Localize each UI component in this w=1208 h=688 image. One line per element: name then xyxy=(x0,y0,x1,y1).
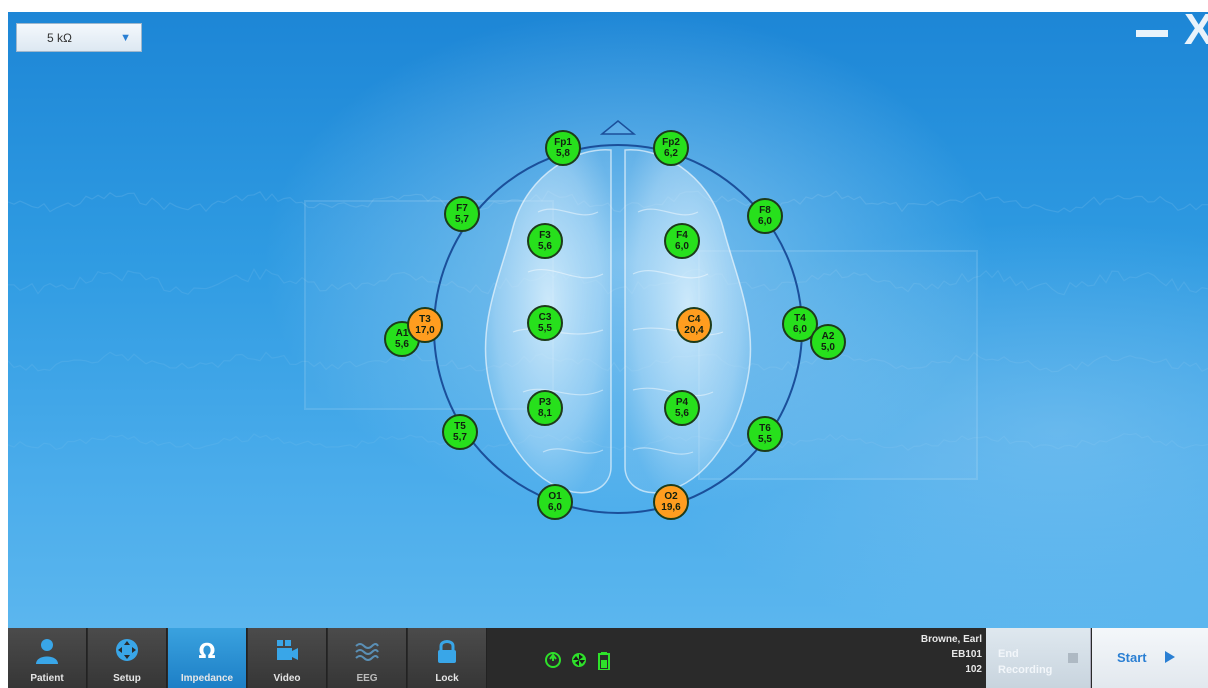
electrode-f8[interactable]: F8 6,0 xyxy=(747,198,783,234)
electrode-impedance: 19,6 xyxy=(661,502,681,513)
electrode-fp2[interactable]: Fp2 6,2 xyxy=(653,130,689,166)
impedance-view: 5 kΩ ▼ X Fp1 5,8 Fp2 6,2 F7 5,7 F8 6,0 F3 5,6 F4 6,… xyxy=(8,12,1208,628)
stop-icon xyxy=(1068,653,1078,663)
tool-label: Impedance xyxy=(180,673,234,684)
electrode-impedance: 17,0 xyxy=(415,325,435,336)
tool-lock[interactable]: Lock xyxy=(408,628,487,688)
patient-info: Browne, Earl EB101 102 xyxy=(921,632,982,677)
electrode-p3[interactable]: P3 8,1 xyxy=(527,390,563,426)
electrode-impedance: 6,0 xyxy=(548,502,562,513)
electrode-label: Fp2 xyxy=(662,137,680,148)
electrode-f4[interactable]: F4 6,0 xyxy=(664,223,700,259)
lock-icon xyxy=(438,640,456,663)
tool-setup[interactable]: Setup xyxy=(88,628,167,688)
play-icon xyxy=(1165,651,1175,663)
electrode-label: F7 xyxy=(456,203,468,214)
electrode-c4[interactable]: C4 20,4 xyxy=(676,307,712,343)
tool-video[interactable]: Video xyxy=(248,628,327,688)
patient-code: 102 xyxy=(965,664,982,675)
tool-label: Setup xyxy=(113,673,141,684)
electrode-label: C3 xyxy=(538,312,552,323)
nose-marker xyxy=(599,120,637,135)
electrode-t3[interactable]: T3 17,0 xyxy=(407,307,443,343)
battery-icon xyxy=(598,652,610,670)
end-recording-line1: End xyxy=(998,648,1019,660)
electrode-o2[interactable]: O2 19,6 xyxy=(653,484,689,520)
electrode-impedance: 5,7 xyxy=(455,214,469,225)
head-map xyxy=(433,120,803,514)
electrode-label: T3 xyxy=(419,314,431,325)
tool-label: Lock xyxy=(435,673,459,684)
svg-text:Ω: Ω xyxy=(198,639,215,663)
electrode-impedance: 5,6 xyxy=(395,339,409,350)
electrode-impedance: 5,5 xyxy=(758,434,772,445)
electrode-label: F3 xyxy=(539,230,551,241)
electrode-label: P4 xyxy=(675,397,689,408)
setup-icon xyxy=(116,639,138,661)
tool-patient[interactable]: Patient xyxy=(8,628,87,688)
electrode-f7[interactable]: F7 5,7 xyxy=(444,196,480,232)
electrode-label: P3 xyxy=(538,397,552,408)
patient-name: Browne, Earl xyxy=(920,634,982,645)
start-button[interactable]: Start xyxy=(1092,628,1208,688)
electrode-label: T5 xyxy=(454,421,466,432)
electrode-impedance: 5,6 xyxy=(538,241,552,252)
electrode-t6[interactable]: T6 5,5 xyxy=(747,416,783,452)
electrode-impedance: 20,4 xyxy=(684,325,704,336)
electrode-t5[interactable]: T5 5,7 xyxy=(442,414,478,450)
start-label: Start xyxy=(1117,650,1147,665)
electrode-o1[interactable]: O1 6,0 xyxy=(537,484,573,520)
electrode-impedance: 5,5 xyxy=(538,323,552,334)
video-camera-icon xyxy=(277,640,298,660)
electrode-label: F4 xyxy=(676,230,688,241)
power-icon xyxy=(545,652,561,668)
electrode-label: T4 xyxy=(794,313,806,324)
electrode-impedance: 8,1 xyxy=(538,408,552,419)
electrode-label: Fp1 xyxy=(554,137,572,148)
electrode-f3[interactable]: F3 5,6 xyxy=(527,223,563,259)
end-recording-button[interactable]: End Recording xyxy=(986,628,1091,688)
end-recording-label: End Recording xyxy=(998,646,1052,678)
tool-label: Patient xyxy=(30,673,64,684)
electrode-impedance: 5,6 xyxy=(675,408,689,419)
electrode-impedance: 5,0 xyxy=(821,342,835,353)
tool-label: EEG xyxy=(356,673,378,684)
end-recording-line2: Recording xyxy=(998,664,1053,676)
tool-impedance[interactable]: Ω Impedance xyxy=(168,628,247,688)
electrode-impedance: 6,2 xyxy=(664,148,678,159)
omega-icon: Ω xyxy=(198,639,215,663)
electrode-impedance: 6,0 xyxy=(758,216,772,227)
patient-id: EB101 xyxy=(951,649,982,660)
tool-eeg[interactable]: EEG xyxy=(328,628,407,688)
tool-label: Video xyxy=(273,673,301,684)
electrode-label: O2 xyxy=(664,491,678,502)
electrode-label: T6 xyxy=(759,423,771,434)
electrode-impedance: 5,8 xyxy=(556,148,570,159)
electrode-label: A2 xyxy=(821,331,835,342)
pinwheel-icon xyxy=(572,653,586,667)
electrode-impedance: 5,7 xyxy=(453,432,467,443)
bottom-toolbar: Patient Setup Ω Impedance Video EEG Lock… xyxy=(8,628,1208,688)
electrode-label: O1 xyxy=(548,491,562,502)
waves-icon xyxy=(355,643,379,661)
electrode-label: C4 xyxy=(687,314,701,325)
app-window: 5 kΩ ▼ X Fp1 5,8 Fp2 6,2 F7 5,7 F8 6,0 F3 5,6 F4 6,… xyxy=(8,12,1208,688)
electrode-impedance: 6,0 xyxy=(675,241,689,252)
electrode-c3[interactable]: C3 5,5 xyxy=(527,305,563,341)
electrode-label: F8 xyxy=(759,205,771,216)
electrode-a2[interactable]: A2 5,0 xyxy=(810,324,846,360)
electrode-p4[interactable]: P4 5,6 xyxy=(664,390,700,426)
person-icon xyxy=(36,639,58,664)
electrode-fp1[interactable]: Fp1 5,8 xyxy=(545,130,581,166)
